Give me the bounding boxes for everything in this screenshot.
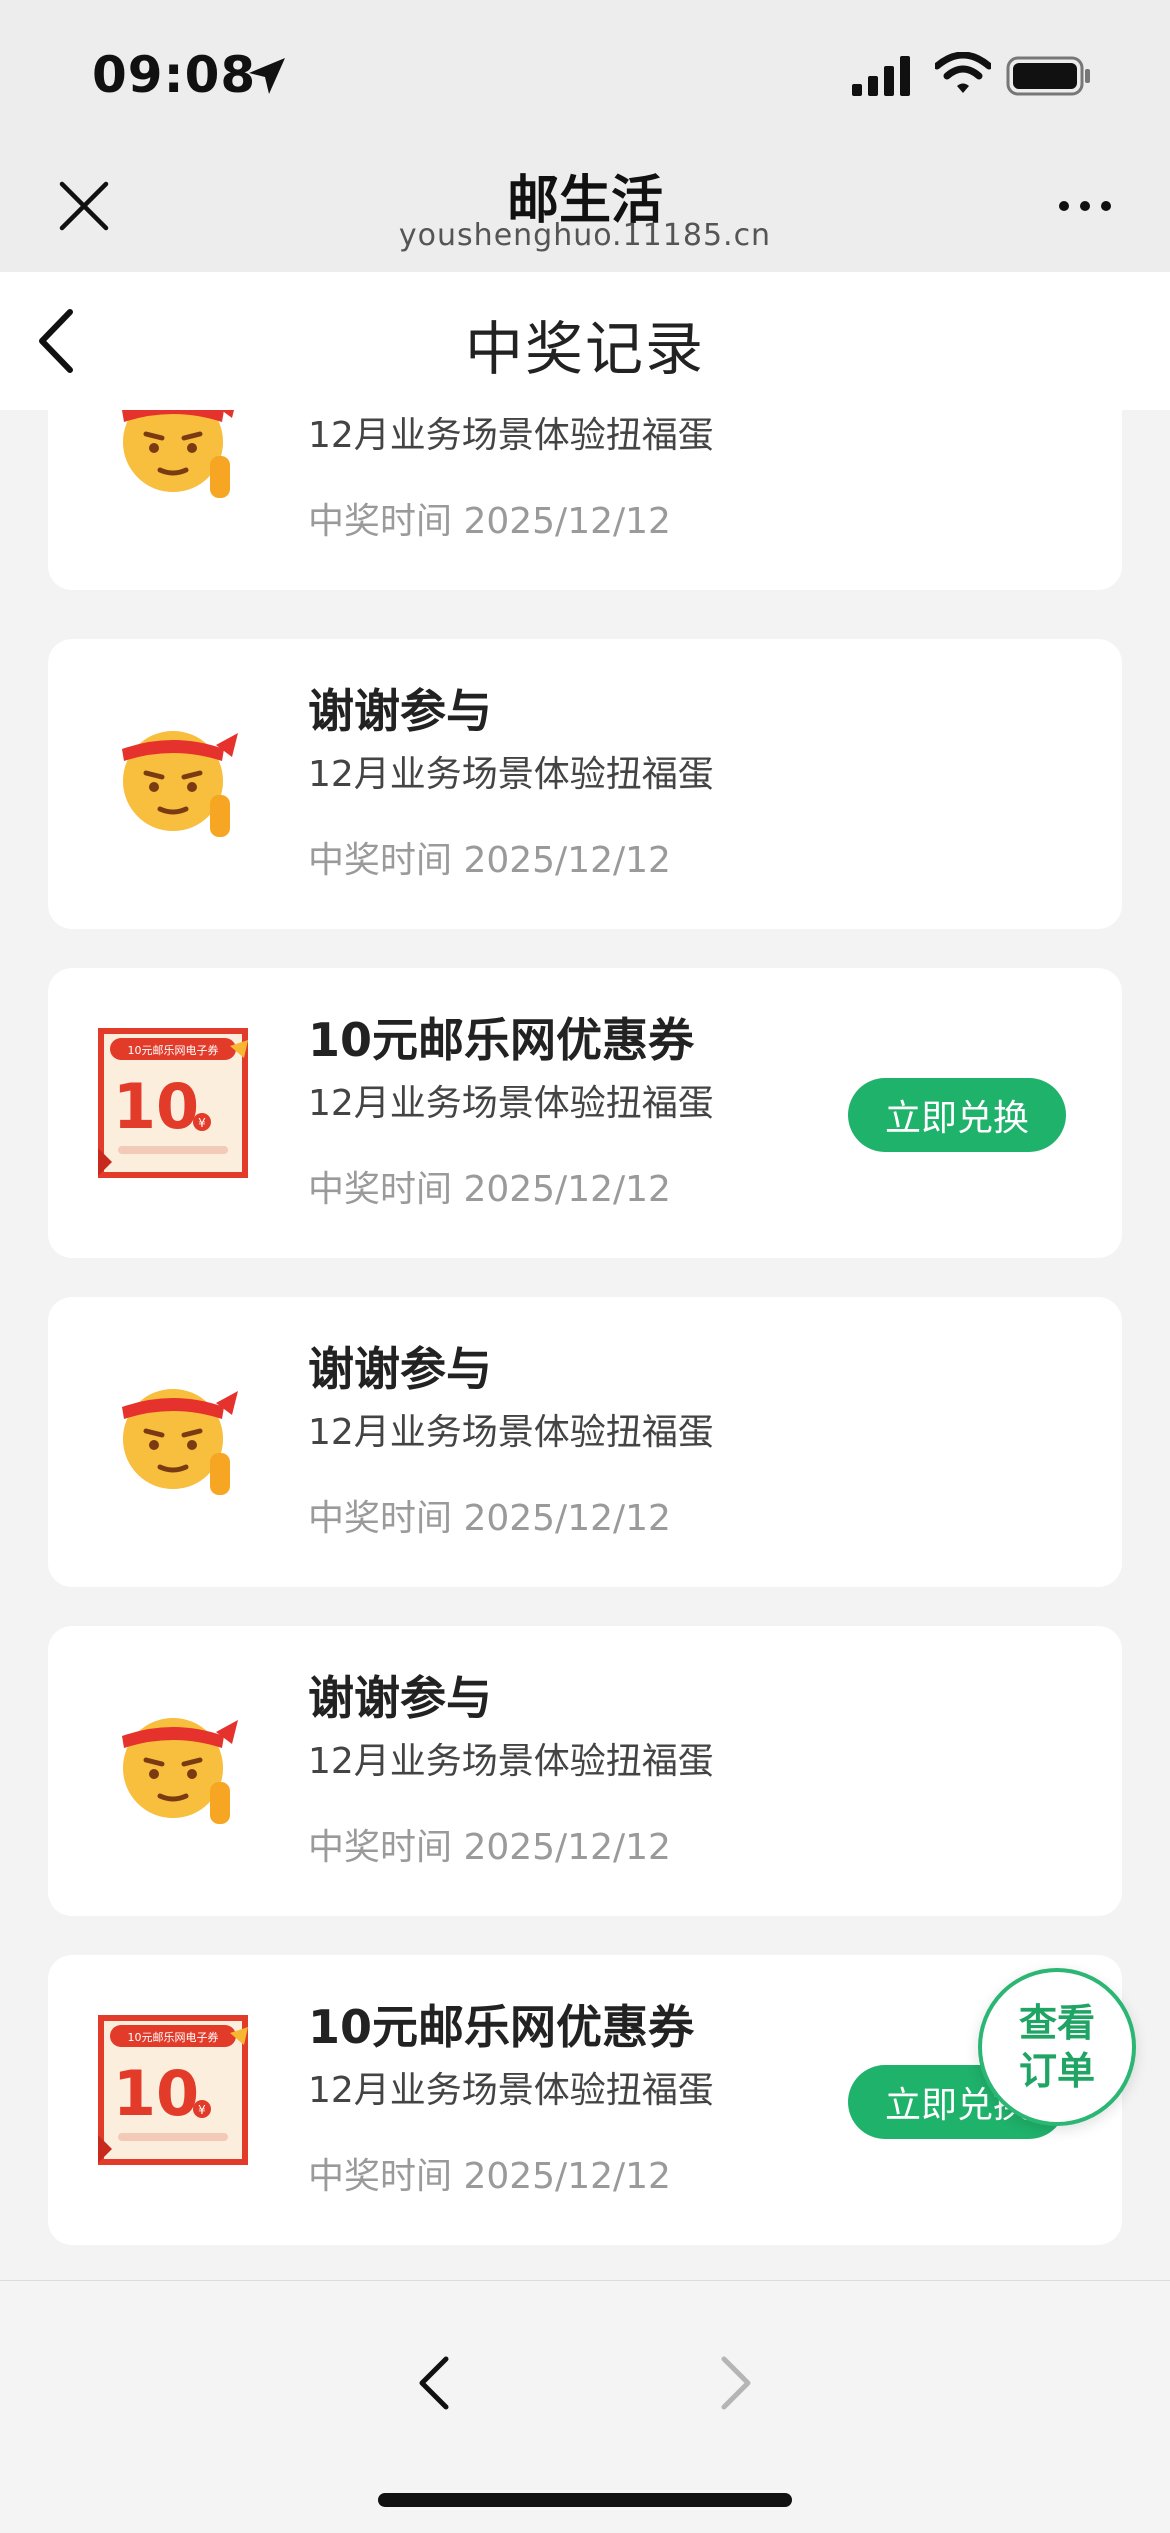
prize-name: 谢谢参与 [308, 1671, 492, 1725]
redeem-now-button[interactable]: 立即兑换 [848, 1078, 1066, 1152]
win-time: 中奖时间 2025/12/12 [308, 1498, 671, 1539]
win-time: 中奖时间 2025/12/12 [308, 2156, 671, 2197]
campaign-name: 12月业务场景体验扭福蛋 [308, 1741, 714, 1782]
page-nav-bar: 中奖记录 [0, 272, 1170, 410]
browser-bottom-toolbar [0, 2280, 1170, 2533]
status-time: 09:08 [92, 46, 257, 104]
coupon-ticket-icon: 10元邮乐网电子券 10 ¥ [98, 2015, 248, 2165]
home-indicator [378, 2493, 792, 2507]
prize-record-card: 12月业务场景体验扭福蛋 中奖时间 2025/12/12 [48, 410, 1122, 590]
coupon-banner-text: 10元邮乐网电子券 [128, 1043, 219, 1057]
coupon-currency-text: ¥ [198, 2103, 206, 2117]
browser-back-icon[interactable] [410, 2353, 460, 2413]
float-button-line2: 订单 [1018, 2049, 1095, 2093]
site-url: youshenghuo.11185.cn [398, 218, 772, 253]
campaign-name: 12月业务场景体验扭福蛋 [308, 754, 714, 795]
page-title: 中奖记录 [464, 315, 705, 383]
prize-name: 谢谢参与 [308, 684, 492, 738]
win-time: 中奖时间 2025/12/12 [308, 1827, 671, 1868]
cellular-signal-icon [852, 56, 910, 96]
prize-name: 10元邮乐网优惠券 [308, 1013, 695, 1067]
location-arrow-icon [249, 58, 285, 94]
wifi-icon [935, 52, 991, 93]
view-orders-float-button[interactable]: 查看 订单 [978, 1968, 1136, 2126]
prize-name: 10元邮乐网优惠券 [308, 2000, 695, 2054]
win-time: 中奖时间 2025/12/12 [308, 840, 671, 881]
campaign-name: 12月业务场景体验扭福蛋 [308, 2070, 714, 2111]
browser-header: 09:08 邮生活 youshenghuo.11185.cn [0, 0, 1170, 272]
battery-icon [1006, 56, 1090, 96]
campaign-name: 12月业务场景体验扭福蛋 [308, 1412, 714, 1453]
prize-record-card: 10元邮乐网电子券 10 ¥ 10元邮乐网优惠券 12月业务场景体验扭福蛋 中奖… [48, 968, 1122, 1258]
thanks-emoji-icon [122, 410, 234, 498]
float-button-line1: 查看 [1018, 2001, 1095, 2045]
campaign-name: 12月业务场景体验扭福蛋 [308, 1083, 714, 1124]
prize-name: 谢谢参与 [308, 1342, 492, 1396]
more-options-icon[interactable] [1056, 196, 1114, 216]
coupon-amount-text: 10 [113, 1070, 199, 1143]
win-time: 中奖时间 2025/12/12 [308, 1169, 671, 1210]
browser-forward-icon[interactable] [710, 2353, 760, 2413]
win-time: 中奖时间 2025/12/12 [308, 501, 671, 542]
prize-record-card: 谢谢参与 12月业务场景体验扭福蛋 中奖时间 2025/12/12 [48, 639, 1122, 929]
campaign-name: 12月业务场景体验扭福蛋 [308, 415, 714, 456]
thanks-emoji-icon [122, 1718, 238, 1824]
coupon-ticket-icon: 10元邮乐网电子券 10 ¥ [98, 1028, 248, 1178]
thanks-emoji-icon [122, 731, 238, 837]
prize-record-card: 谢谢参与 12月业务场景体验扭福蛋 中奖时间 2025/12/12 [48, 1297, 1122, 1587]
prize-record-card: 10元邮乐网电子券 10 ¥ 10元邮乐网优惠券 12月业务场景体验扭福蛋 中奖… [48, 1955, 1122, 2245]
prize-record-card: 谢谢参与 12月业务场景体验扭福蛋 中奖时间 2025/12/12 [48, 1626, 1122, 1916]
coupon-banner-text: 10元邮乐网电子券 [128, 2030, 219, 2044]
coupon-currency-text: ¥ [198, 1116, 206, 1130]
coupon-amount-text: 10 [113, 2057, 199, 2130]
thanks-emoji-icon [122, 1389, 238, 1495]
